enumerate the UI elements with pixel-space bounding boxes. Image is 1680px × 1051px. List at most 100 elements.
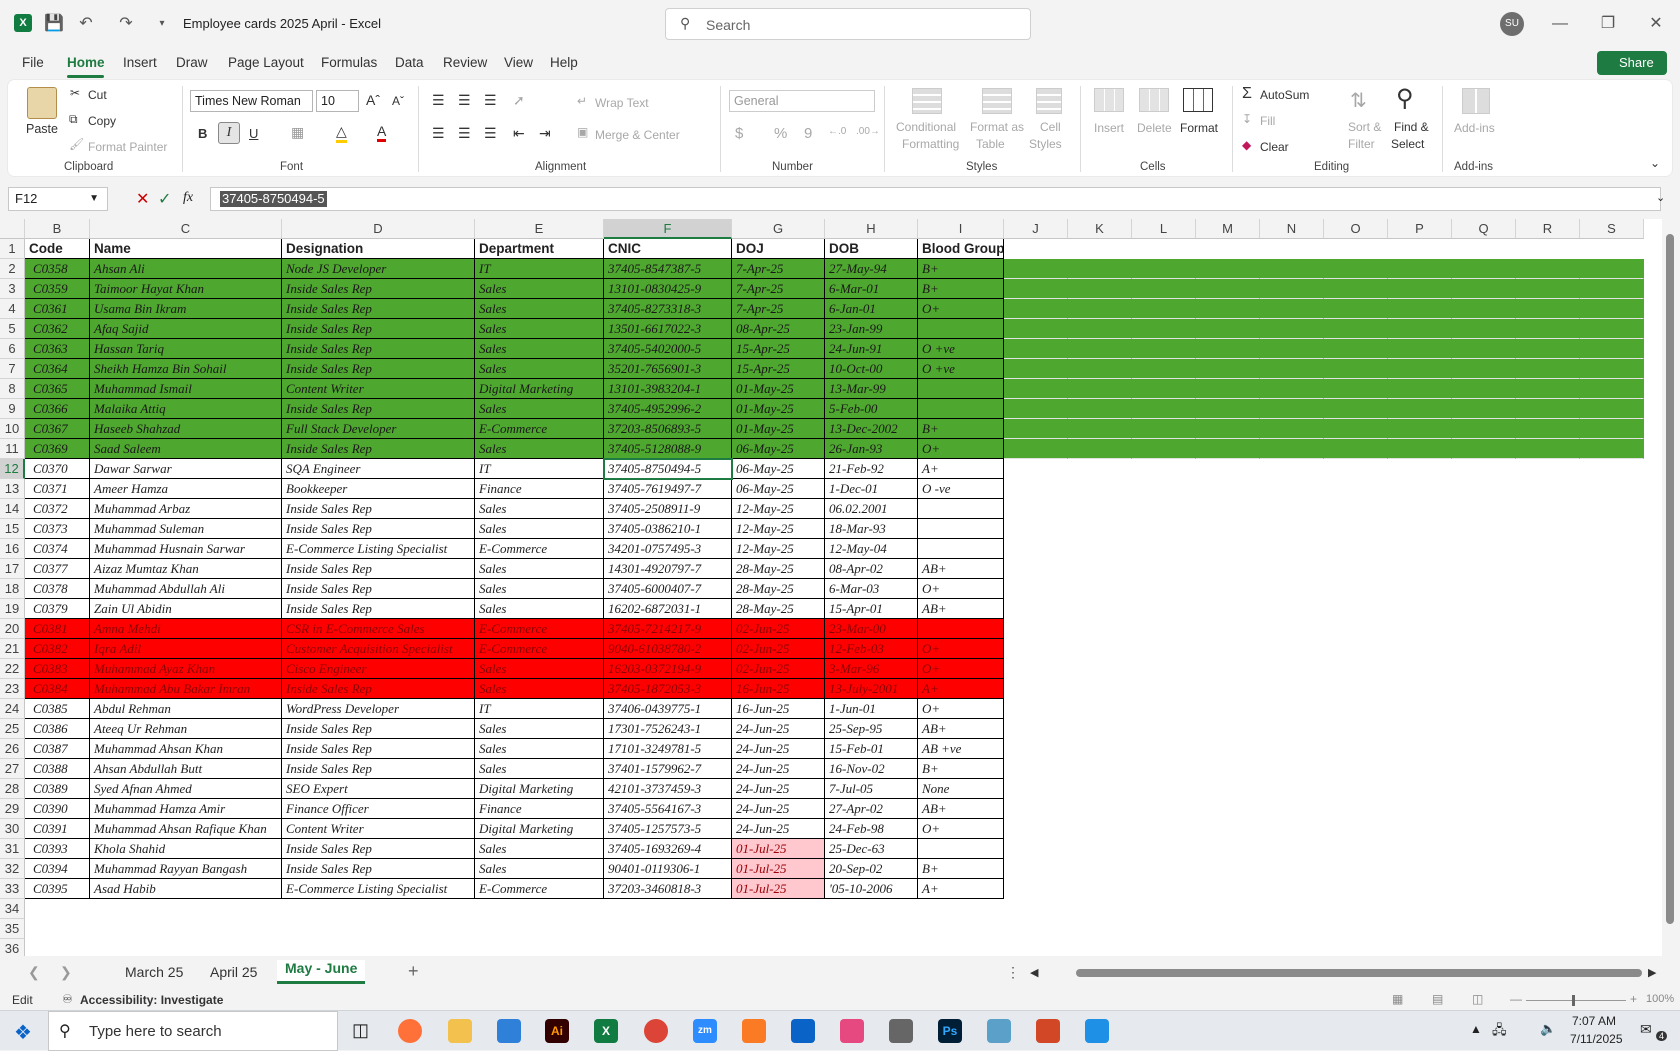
vertical-scroll-thumb[interactable] bbox=[1666, 234, 1674, 924]
column-header[interactable]: L bbox=[1132, 219, 1196, 239]
table-cell[interactable]: 25-Sep-95 bbox=[825, 719, 918, 739]
employee-code-cell[interactable]: C0367 bbox=[25, 419, 90, 439]
row-header[interactable]: 4 bbox=[0, 299, 25, 319]
empty-cell[interactable] bbox=[1132, 379, 1196, 399]
table-cell[interactable]: O+ bbox=[918, 639, 1004, 659]
decrease-decimal-icon[interactable]: .00→ bbox=[856, 126, 880, 137]
notification-icon[interactable]: ✉ bbox=[1640, 1021, 1652, 1038]
table-cell[interactable]: 24-Jun-25 bbox=[732, 759, 825, 779]
table-cell[interactable]: 06.02.2001 bbox=[825, 499, 918, 519]
table-cell[interactable]: 28-May-25 bbox=[732, 579, 825, 599]
table-cell[interactable]: 06-May-25 bbox=[732, 459, 825, 479]
table-cell[interactable]: 37405-5564167-3 bbox=[604, 799, 732, 819]
empty-cell[interactable] bbox=[1324, 339, 1388, 359]
windows-start-icon[interactable]: ❖ bbox=[14, 1020, 32, 1045]
table-cell[interactable]: Inside Sales Rep bbox=[282, 679, 475, 699]
table-cell[interactable]: E-Commerce Listing Specialist bbox=[282, 539, 475, 559]
row-header[interactable]: 16 bbox=[0, 539, 25, 559]
table-cell[interactable]: Inside Sales Rep bbox=[282, 579, 475, 599]
table-cell[interactable]: 7-Apr-25 bbox=[732, 259, 825, 279]
sort-filter-label-1[interactable]: Sort & bbox=[1348, 120, 1381, 134]
empty-cell[interactable] bbox=[1196, 439, 1260, 459]
table-cell[interactable]: 16202-6872031-1 bbox=[604, 599, 732, 619]
confirm-entry-icon[interactable]: ✓ bbox=[158, 189, 171, 209]
empty-cell[interactable] bbox=[1260, 259, 1324, 279]
empty-cell[interactable] bbox=[1132, 439, 1196, 459]
column-title[interactable]: Code bbox=[25, 239, 90, 259]
table-cell[interactable]: E-Commerce bbox=[475, 539, 604, 559]
sheet-tab-march[interactable]: March 25 bbox=[125, 964, 183, 980]
autosum-button[interactable]: AutoSum bbox=[1260, 88, 1309, 102]
align-middle-icon[interactable]: ☰ bbox=[458, 92, 471, 109]
empty-cell[interactable] bbox=[1452, 339, 1516, 359]
employee-code-cell[interactable]: C0382 bbox=[25, 639, 90, 659]
row-header[interactable]: 23 bbox=[0, 679, 25, 699]
merge-center-button[interactable]: Merge & Center bbox=[595, 128, 680, 142]
column-header[interactable]: I bbox=[918, 219, 1004, 239]
font-name-select[interactable]: Times New Roman bbox=[190, 90, 313, 112]
tab-view[interactable]: View bbox=[504, 55, 533, 70]
row-header[interactable]: 34 bbox=[0, 899, 25, 919]
find-select-label-2[interactable]: Select bbox=[1391, 137, 1424, 151]
empty-cell[interactable] bbox=[1132, 299, 1196, 319]
table-cell[interactable]: Finance Officer bbox=[282, 799, 475, 819]
table-cell[interactable]: 37405-0386210-1 bbox=[604, 519, 732, 539]
empty-cell[interactable] bbox=[1004, 299, 1068, 319]
table-cell[interactable]: E-Commerce bbox=[475, 639, 604, 659]
font-color-icon[interactable]: A bbox=[377, 123, 387, 142]
bold-button[interactable]: B bbox=[198, 126, 207, 141]
empty-cell[interactable] bbox=[1516, 399, 1580, 419]
next-sheet-icon[interactable]: ❯ bbox=[60, 964, 72, 981]
pen-tool-icon[interactable] bbox=[889, 1019, 913, 1043]
column-header[interactable]: H bbox=[825, 219, 918, 239]
row-header[interactable]: 30 bbox=[0, 819, 25, 839]
clock-time[interactable]: 7:07 AM bbox=[1572, 1014, 1616, 1028]
increase-font-icon[interactable]: Aˆ bbox=[366, 92, 380, 108]
sort-filter-label-2[interactable]: Filter bbox=[1348, 137, 1375, 151]
table-cell[interactable]: Inside Sales Rep bbox=[282, 399, 475, 419]
table-cell[interactable]: 24-Jun-25 bbox=[732, 719, 825, 739]
table-cell[interactable]: '05-10-2006 bbox=[825, 879, 918, 899]
clear-button[interactable]: Clear bbox=[1260, 140, 1289, 154]
table-cell[interactable]: B+ bbox=[918, 859, 1004, 879]
empty-cell[interactable] bbox=[1004, 339, 1068, 359]
font-size-select[interactable]: 10 bbox=[316, 90, 359, 112]
table-cell[interactable]: 01-Jul-25 bbox=[732, 839, 825, 859]
empty-cell[interactable] bbox=[1580, 299, 1644, 319]
format-as-table-label-2[interactable]: Table bbox=[976, 137, 1005, 151]
employee-code-cell[interactable]: C0378 bbox=[25, 579, 90, 599]
table-cell[interactable]: 13101-3983204-1 bbox=[604, 379, 732, 399]
row-header[interactable]: 1 bbox=[0, 239, 25, 259]
horizontal-scroll-thumb[interactable] bbox=[1076, 969, 1642, 977]
empty-cell[interactable] bbox=[1388, 299, 1452, 319]
empty-cell[interactable] bbox=[1004, 319, 1068, 339]
table-cell[interactable]: 12-May-25 bbox=[732, 519, 825, 539]
empty-cell[interactable] bbox=[1516, 419, 1580, 439]
table-cell[interactable]: Inside Sales Rep bbox=[282, 359, 475, 379]
table-cell[interactable]: 42101-3737459-3 bbox=[604, 779, 732, 799]
empty-cell[interactable] bbox=[1324, 359, 1388, 379]
table-cell[interactable]: Muhammad Ahsan Khan bbox=[90, 739, 282, 759]
table-cell[interactable]: Ateeq Ur Rehman bbox=[90, 719, 282, 739]
align-left-icon[interactable]: ☰ bbox=[432, 125, 445, 142]
prev-sheet-icon[interactable]: ❮ bbox=[28, 964, 40, 981]
volume-icon[interactable]: 🔈 bbox=[1540, 1021, 1556, 1037]
table-cell[interactable]: E-Commerce Listing Specialist bbox=[282, 879, 475, 899]
table-cell[interactable]: 13501-6617022-3 bbox=[604, 319, 732, 339]
column-header[interactable]: N bbox=[1260, 219, 1324, 239]
empty-cell[interactable] bbox=[1516, 439, 1580, 459]
table-cell[interactable]: O+ bbox=[918, 299, 1004, 319]
employee-code-cell[interactable]: C0386 bbox=[25, 719, 90, 739]
table-cell[interactable]: Sales bbox=[475, 559, 604, 579]
empty-cell[interactable] bbox=[1260, 359, 1324, 379]
table-cell[interactable]: Inside Sales Rep bbox=[282, 739, 475, 759]
empty-cell[interactable] bbox=[1004, 399, 1068, 419]
table-cell[interactable]: Sales bbox=[475, 399, 604, 419]
excel-taskbar-icon[interactable]: X bbox=[594, 1019, 618, 1043]
table-cell[interactable]: 18-Mar-93 bbox=[825, 519, 918, 539]
column-header[interactable]: K bbox=[1068, 219, 1132, 239]
table-cell[interactable]: 7-Jul-05 bbox=[825, 779, 918, 799]
decrease-font-icon[interactable]: Aˇ bbox=[392, 94, 404, 108]
cut-icon[interactable]: ✂ bbox=[70, 86, 80, 100]
add-sheet-icon[interactable]: + bbox=[408, 961, 419, 982]
